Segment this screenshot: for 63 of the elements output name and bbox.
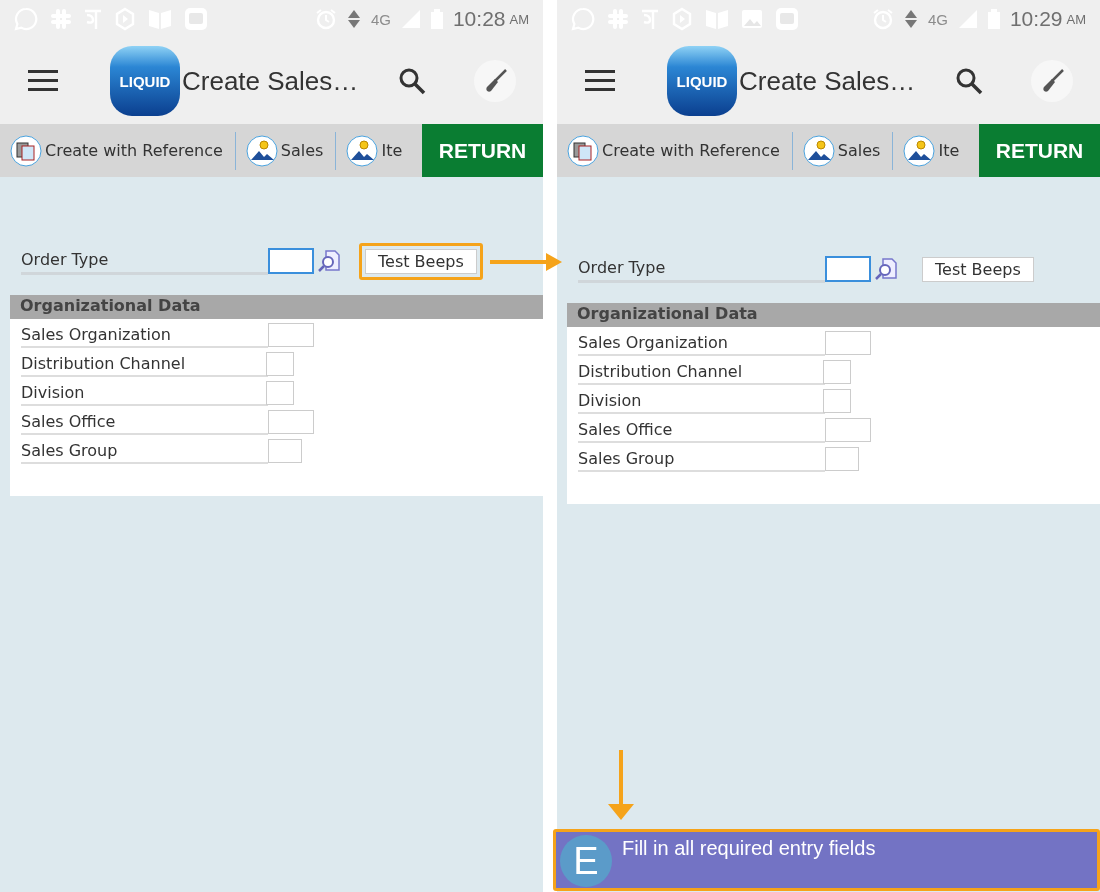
- input-field[interactable]: [825, 447, 859, 471]
- screen-title: Create Sales…: [739, 65, 916, 97]
- input-field[interactable]: [823, 389, 851, 413]
- return-button[interactable]: RETURN: [979, 124, 1100, 177]
- network-type: 4G: [370, 10, 391, 28]
- app-logo: LIQUID: [110, 46, 180, 116]
- toolbar-item[interactable]: Ite: [346, 134, 411, 167]
- copy-icon: [567, 134, 599, 167]
- lookup-icon[interactable]: [317, 249, 341, 273]
- data-arrows-icon: [903, 8, 918, 30]
- input-field[interactable]: [266, 381, 294, 405]
- picture-icon: [245, 134, 278, 167]
- input-field[interactable]: [268, 323, 314, 347]
- clock-time: 10:29: [1009, 7, 1063, 31]
- message-text: Fill in all required entry fields: [622, 837, 876, 860]
- field-label: Order Type: [578, 255, 825, 283]
- input-field[interactable]: [825, 418, 871, 442]
- menu-icon[interactable]: [585, 70, 615, 92]
- image-icon: [741, 9, 763, 29]
- app-logo: LIQUID: [667, 46, 737, 116]
- search-icon[interactable]: [398, 67, 427, 95]
- section-header: Organizational Data: [10, 295, 543, 319]
- input-field[interactable]: [266, 352, 294, 376]
- toolbar-item[interactable]: Sales: [802, 134, 889, 167]
- data-arrows-icon: [346, 8, 361, 30]
- return-button[interactable]: RETURN: [422, 124, 543, 177]
- error-badge: E: [560, 835, 612, 887]
- test-beeps-button[interactable]: Test Beeps: [922, 256, 1034, 282]
- input-field[interactable]: [825, 331, 871, 355]
- field-label: Sales Organization: [578, 332, 825, 356]
- test-beeps-button[interactable]: Test Beeps: [365, 248, 477, 274]
- input-field[interactable]: [823, 360, 851, 384]
- field-label: Sales Group: [21, 440, 268, 464]
- network-type: 4G: [927, 10, 948, 28]
- toolbar-item[interactable]: Create with Reference: [10, 134, 231, 167]
- clock-ampm: AM: [509, 11, 529, 27]
- down-arrow: [606, 750, 636, 822]
- picture-icon: [346, 134, 379, 167]
- input-field[interactable]: [268, 410, 314, 434]
- order-type-input[interactable]: [825, 256, 871, 282]
- right-arrow: [490, 251, 562, 273]
- clock-ampm: AM: [1066, 11, 1086, 27]
- toolbar-item[interactable]: Ite: [903, 134, 968, 167]
- lookup-icon[interactable]: [874, 257, 898, 281]
- picture-icon: [903, 134, 936, 167]
- field-label: Order Type: [21, 247, 268, 275]
- clock-time: 10:28: [452, 7, 506, 31]
- toolbar-item[interactable]: Create with Reference: [567, 134, 788, 167]
- menu-icon[interactable]: [28, 70, 58, 92]
- field-label: Sales Organization: [21, 324, 268, 348]
- brush-button[interactable]: [474, 60, 517, 102]
- order-type-input[interactable]: [268, 248, 314, 274]
- input-field[interactable]: [268, 439, 302, 463]
- toolbar-item[interactable]: Sales: [245, 134, 332, 167]
- picture-icon: [802, 134, 835, 167]
- field-label: Sales Office: [21, 411, 268, 435]
- field-label: Sales Group: [578, 448, 825, 472]
- field-label: Sales Office: [578, 419, 825, 443]
- copy-icon: [10, 134, 42, 167]
- search-icon[interactable]: [955, 67, 984, 95]
- brush-button[interactable]: [1031, 60, 1074, 102]
- section-header: Organizational Data: [567, 303, 1100, 327]
- screen-title: Create Sales…: [182, 65, 359, 97]
